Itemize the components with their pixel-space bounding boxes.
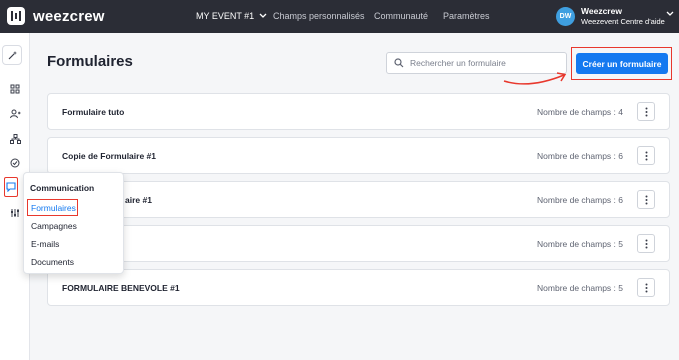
search-icon <box>394 58 404 68</box>
form-row[interactable]: Formulaire tuto Nombre de champs : 4 <box>47 93 670 130</box>
form-row[interactable]: Nombre de champs : 5 <box>47 225 670 262</box>
menu-item-documents[interactable]: Documents <box>31 257 74 267</box>
avatar[interactable]: DW <box>556 7 575 26</box>
form-name: aire #1 <box>125 195 152 205</box>
form-row[interactable]: FORMULAIRE BENEVOLE #1 Nombre de champs … <box>47 269 670 306</box>
more-options-icon[interactable] <box>637 278 655 297</box>
form-field-count: Nombre de champs : 5 <box>537 239 623 249</box>
chevron-down-icon[interactable] <box>666 11 674 17</box>
menu-title: Communication <box>30 183 95 193</box>
magic-wand-icon[interactable] <box>2 45 22 65</box>
more-options-icon[interactable] <box>637 190 655 209</box>
form-field-count: Nombre de champs : 5 <box>537 283 623 293</box>
form-field-count: Nombre de champs : 6 <box>537 195 623 205</box>
user-name[interactable]: Weezcrew <box>581 6 622 16</box>
create-form-button[interactable]: Créer un formulaire <box>576 53 668 74</box>
form-name: Formulaire tuto <box>62 107 125 117</box>
nav-settings[interactable]: Paramètres <box>443 11 490 21</box>
brand-name[interactable]: weezcrew <box>33 8 105 25</box>
form-name: FORMULAIRE BENEVOLE #1 <box>62 283 180 293</box>
app-logo-icon[interactable] <box>7 7 25 25</box>
form-row[interactable]: Copie de Formulaire #1 Nombre de champs … <box>47 137 670 174</box>
user-subtitle[interactable]: Weezevent Centre d'aide <box>581 17 665 26</box>
chat-bubble-icon[interactable] <box>4 177 18 197</box>
nav-community[interactable]: Communauté <box>374 11 428 21</box>
form-row[interactable]: aire #1 Nombre de champs : 6 <box>47 181 670 218</box>
annotation-arrow-icon <box>503 72 567 85</box>
page-title: Formulaires <box>47 53 133 70</box>
top-navbar: weezcrew MY EVENT #1 Champs personnalisé… <box>0 0 679 33</box>
form-field-count: Nombre de champs : 6 <box>537 151 623 161</box>
menu-item-forms[interactable]: Formulaires <box>31 203 76 213</box>
org-chart-icon[interactable] <box>4 128 26 150</box>
event-selector[interactable]: MY EVENT #1 <box>196 11 267 21</box>
event-name: MY EVENT #1 <box>196 11 255 21</box>
check-circle-icon[interactable] <box>4 152 26 174</box>
form-name: Copie de Formulaire #1 <box>62 151 156 161</box>
dashboard-icon[interactable] <box>4 78 26 100</box>
more-options-icon[interactable] <box>637 146 655 165</box>
communication-menu: Communication Formulaires Campagnes E-ma… <box>23 172 124 274</box>
search-placeholder: Rechercher un formulaire <box>410 58 506 68</box>
more-options-icon[interactable] <box>637 234 655 253</box>
form-field-count: Nombre de champs : 4 <box>537 107 623 117</box>
more-options-icon[interactable] <box>637 102 655 121</box>
menu-item-campaigns[interactable]: Campagnes <box>31 221 77 231</box>
users-icon[interactable] <box>4 103 26 125</box>
menu-item-emails[interactable]: E-mails <box>31 239 59 249</box>
nav-custom-fields[interactable]: Champs personnalisés <box>273 11 365 21</box>
chevron-down-icon <box>259 13 267 18</box>
